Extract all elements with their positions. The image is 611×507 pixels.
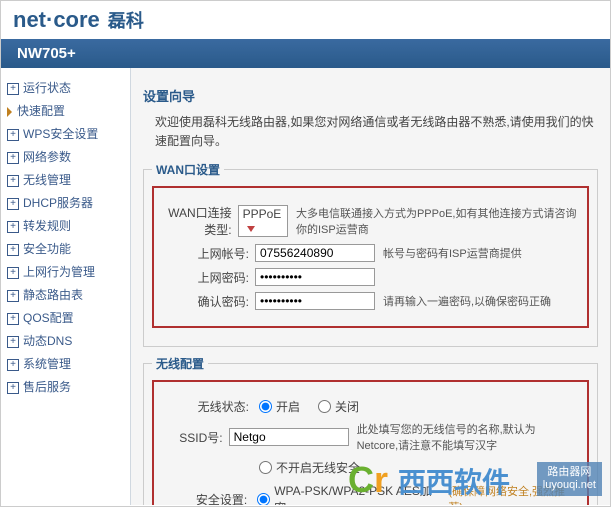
sidebar-item-status[interactable]: +运行状态 [1, 76, 130, 99]
sidebar-item-forward[interactable]: +转发规则 [1, 214, 130, 237]
plus-icon: + [7, 198, 19, 210]
plus-icon: + [7, 83, 19, 95]
plus-icon: + [7, 129, 19, 141]
wan-confirm-input[interactable] [255, 292, 375, 310]
sec-label: 安全设置: [164, 491, 247, 505]
wan-confirm-hint: 请再输入一遍密码,以确保密码正确 [383, 293, 551, 309]
nosec-radio[interactable] [259, 461, 272, 474]
sidebar-item-ddns[interactable]: +动态DNS [1, 329, 130, 352]
ssid-label: SSID号: [164, 429, 223, 446]
sidebar-item-wizard[interactable]: 快速配置 [1, 99, 130, 122]
arrow-icon [7, 107, 12, 117]
wan-pass-label: 上网密码: [164, 269, 249, 286]
logo: net·core 磊科 [13, 7, 144, 32]
wan-user-hint: 帐号与密码有ISP运营商提供 [383, 245, 522, 261]
plus-icon: + [7, 382, 19, 394]
wireless-off-label: 关闭 [335, 398, 359, 415]
model-text: NW705+ [17, 45, 76, 62]
wan-user-input[interactable] [255, 244, 375, 262]
wan-user-label: 上网帐号: [164, 245, 249, 262]
plus-icon: + [7, 313, 19, 325]
logo-cn: 磊科 [108, 11, 144, 31]
wizard-title: 设置向导 [143, 86, 598, 105]
wan-confirm-label: 确认密码: [164, 293, 249, 310]
wireless-off-radio[interactable] [318, 400, 331, 413]
watermark-text: 西西软件 [398, 467, 510, 498]
wizard-intro: 欢迎使用磊科无线路由器,如果您对网络通信或者无线路由器不熟悉,请使用我们的快速配… [155, 113, 598, 151]
wan-fieldset: WAN口设置 WAN口连接类型: PPPoE 大多电信联通接入方式为PPPoE,… [143, 161, 598, 347]
stamp-line2: luyouqi.net [543, 479, 596, 492]
wireless-legend: 无线配置 [152, 355, 208, 372]
stamp-line1: 路由器网 [543, 466, 596, 479]
plus-icon: + [7, 267, 19, 279]
sidebar-item-wireless[interactable]: +无线管理 [1, 168, 130, 191]
wireless-on-radio[interactable] [259, 400, 272, 413]
wan-type-select[interactable]: PPPoE [238, 205, 288, 237]
plus-icon: + [7, 244, 19, 256]
sidebar-item-system[interactable]: +系统管理 [1, 352, 130, 375]
model-bar: NW705+ [1, 39, 610, 68]
wan-type-label: WAN口连接类型: [164, 204, 232, 238]
plus-icon: + [7, 336, 19, 348]
url-stamp: 路由器网 luyouqi.net [537, 462, 602, 496]
logo-brand: net·core [13, 7, 100, 32]
sidebar-item-security[interactable]: +安全功能 [1, 237, 130, 260]
sidebar-item-qos[interactable]: +QOS配置 [1, 306, 130, 329]
sidebar: +运行状态 快速配置 +WPS安全设置 +网络参数 +无线管理 +DHCP服务器… [1, 68, 131, 505]
sidebar-item-service[interactable]: +售后服务 [1, 375, 130, 398]
main-panel: 设置向导 欢迎使用磊科无线路由器,如果您对网络通信或者无线路由器不熟悉,请使用我… [131, 68, 610, 505]
plus-icon: + [7, 359, 19, 371]
wan-legend: WAN口设置 [152, 161, 224, 178]
wan-highlight-box: WAN口连接类型: PPPoE 大多电信联通接入方式为PPPoE,如有其他连接方… [152, 186, 589, 328]
sidebar-item-dhcp[interactable]: +DHCP服务器 [1, 191, 130, 214]
wan-pass-input[interactable] [255, 268, 375, 286]
watermark: Cr 西西软件 [348, 459, 510, 501]
watermark-r-icon: r [374, 459, 388, 500]
wan-type-hint: 大多电信联通接入方式为PPPoE,如有其他连接方式请咨询你的ISP运营商 [296, 205, 577, 237]
wireless-on-label: 开启 [276, 398, 300, 415]
watermark-c-icon: C [348, 459, 374, 500]
sec-radio[interactable] [257, 493, 270, 505]
plus-icon: + [7, 221, 19, 233]
wireless-status-label: 无线状态: [164, 398, 249, 415]
plus-icon: + [7, 175, 19, 187]
sidebar-item-route[interactable]: +静态路由表 [1, 283, 130, 306]
sidebar-item-wps[interactable]: +WPS安全设置 [1, 122, 130, 145]
sidebar-item-behavior[interactable]: +上网行为管理 [1, 260, 130, 283]
sidebar-item-network[interactable]: +网络参数 [1, 145, 130, 168]
ssid-hint: 此处填写您的无线信号的名称,默认为Netcore,请注意不能填写汉字 [357, 421, 577, 453]
plus-icon: + [7, 152, 19, 164]
plus-icon: + [7, 290, 19, 302]
dropdown-arrow-icon [247, 226, 255, 232]
header: net·core 磊科 [1, 1, 610, 39]
ssid-input[interactable] [229, 428, 349, 446]
